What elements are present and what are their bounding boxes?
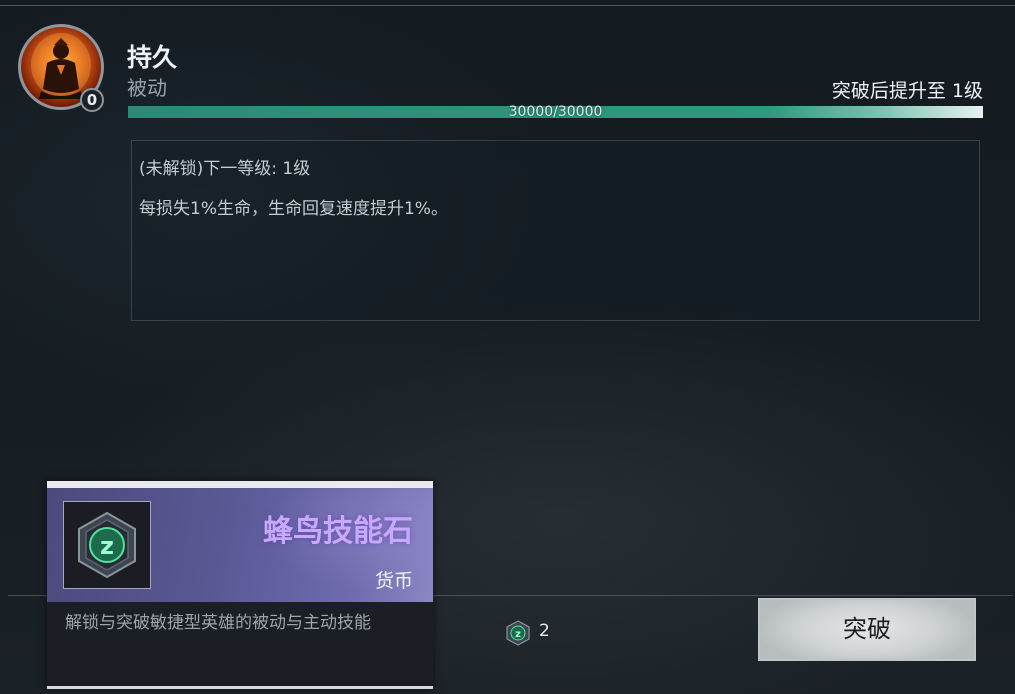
description-panel: (未解锁)下一等级: 1级 每损失1%生命，生命回复速度提升1%。 [131,140,980,321]
skill-name: 持久 [127,43,178,72]
progress-label: 30000/30000 [508,104,603,120]
top-divider [0,5,1015,6]
tooltip-footer-line [47,686,433,689]
skill-type: 被动 [127,76,167,100]
skill-stone-icon: z [506,620,530,646]
item-description: 解锁与突破敏捷型英雄的被动与主动技能 [65,613,371,633]
hummingbird-skill-stone-icon: z [78,511,136,579]
breakthrough-button[interactable]: 突破 [758,598,976,661]
svg-text:z: z [100,532,114,560]
effect-text: 每损失1%生命，生命回复速度提升1%。 [139,199,448,219]
tooltip-header: z 蜂鸟技能石 货币 [47,481,433,602]
skill-level-badge: 0 [80,88,104,112]
item-tooltip: z 蜂鸟技能石 货币 解锁与突破敏捷型英雄的被动与主动技能 [47,481,433,689]
breakthrough-target-text: 突破后提升至 1级 [831,80,983,102]
svg-text:z: z [515,629,521,640]
cost-amount: 2 [539,621,550,641]
item-name: 蜂鸟技能石 [263,514,413,549]
item-thumbnail: z [63,501,151,589]
item-type: 货币 [374,570,413,592]
progress-bar: 30000/30000 [128,104,983,120]
next-level-text: (未解锁)下一等级: 1级 [139,159,311,179]
